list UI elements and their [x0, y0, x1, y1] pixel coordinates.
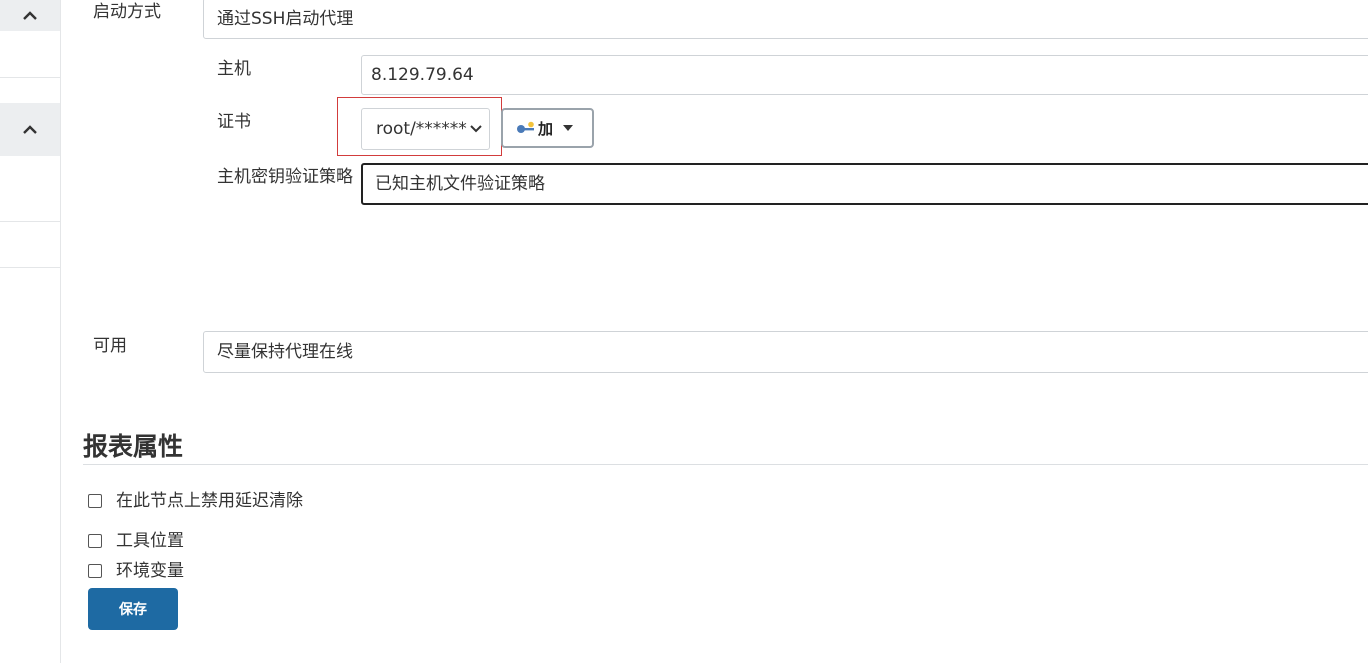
availability-value: 尽量保持代理在线: [217, 342, 353, 362]
credentials-label: 证书: [217, 112, 251, 132]
host-label: 主机: [217, 59, 251, 79]
section-divider: [83, 464, 1368, 465]
availability-select[interactable]: 尽量保持代理在线: [203, 331, 1368, 373]
sidebar-divider: [0, 267, 60, 268]
option-tool-locations[interactable]: 工具位置: [88, 530, 184, 552]
launch-method-select[interactable]: 通过SSH启动代理: [203, 0, 1368, 39]
add-credentials-label: 加: [538, 119, 554, 138]
sidebar-collapse-tab[interactable]: [0, 0, 60, 31]
checkbox[interactable]: [88, 564, 102, 578]
option-label: 环境变量: [116, 561, 184, 581]
sidebar-collapse-tab[interactable]: [0, 103, 60, 156]
save-button[interactable]: 保存: [88, 588, 178, 630]
host-key-strategy-value: 已知主机文件验证策略: [375, 174, 545, 194]
host-value: 8.129.79.64: [371, 65, 474, 85]
host-key-strategy-label: 主机密钥验证策略: [217, 167, 353, 187]
checkbox[interactable]: [88, 494, 102, 508]
chevron-up-icon: [23, 10, 37, 20]
chevron-down-icon: [470, 125, 482, 133]
host-input[interactable]: 8.129.79.64: [361, 55, 1368, 95]
availability-label: 可用: [93, 336, 127, 356]
launch-method-label: 启动方式: [93, 2, 161, 22]
chevron-up-icon: [23, 124, 37, 134]
option-disable-deferred-wipeout[interactable]: 在此节点上禁用延迟清除: [88, 490, 303, 512]
sidebar: [0, 0, 61, 663]
credentials-select[interactable]: root/******: [361, 108, 490, 150]
option-environment-variables[interactable]: 环境变量: [88, 560, 184, 582]
section-title: 报表属性: [83, 432, 184, 461]
checkbox[interactable]: [88, 534, 102, 548]
node-config-page: 启动方式 通过SSH启动代理 主机 8.129.79.64 证书 root/**…: [0, 0, 1368, 663]
credentials-selected: root/******: [376, 119, 467, 139]
launch-method-value: 通过SSH启动代理: [217, 8, 354, 29]
option-label: 工具位置: [116, 531, 184, 551]
host-key-strategy-select[interactable]: 已知主机文件验证策略: [361, 163, 1368, 205]
option-label: 在此节点上禁用延迟清除: [116, 491, 303, 511]
sidebar-divider: [0, 77, 60, 78]
key-icon: [517, 121, 534, 133]
add-credentials-button[interactable]: 加: [501, 108, 594, 148]
sidebar-divider: [0, 221, 60, 222]
caret-down-icon: [563, 125, 574, 131]
